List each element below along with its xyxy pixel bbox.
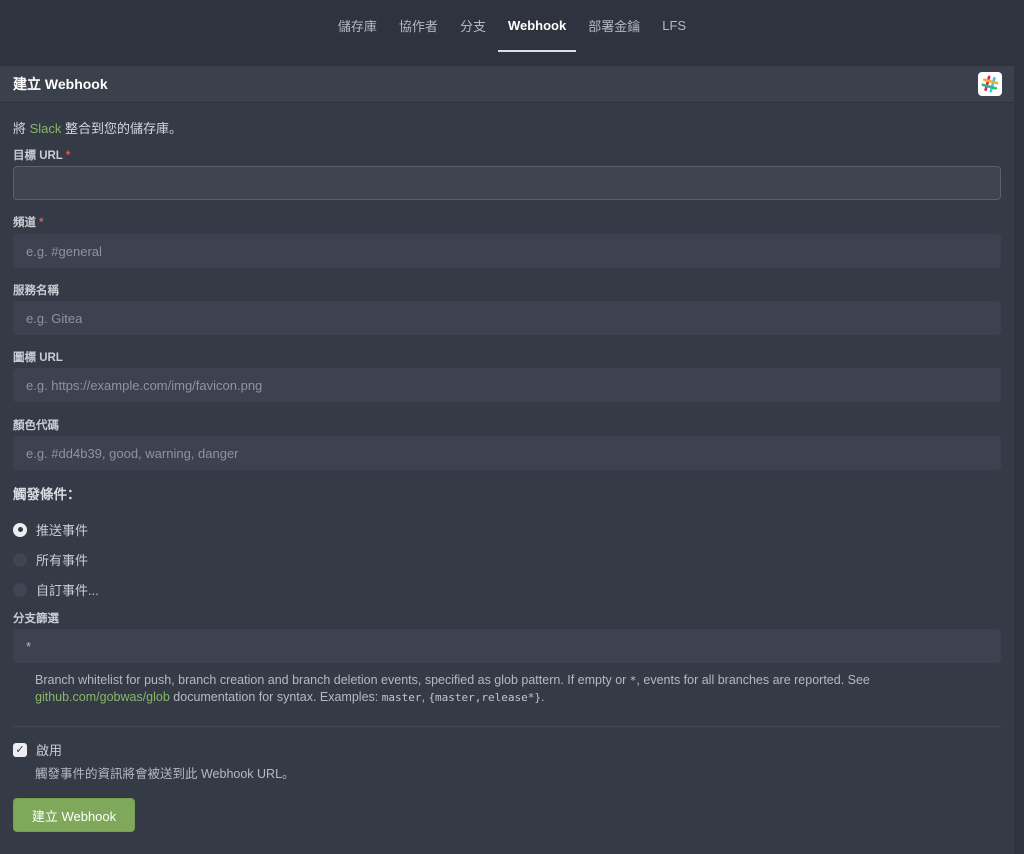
- required-mark: *: [39, 217, 44, 229]
- slack-link[interactable]: Slack: [30, 121, 62, 136]
- help-example: {master,release*}: [428, 691, 542, 704]
- radio-custom-events[interactable]: 自訂事件...: [13, 580, 99, 599]
- help-text: documentation for syntax. Examples:: [169, 690, 382, 704]
- active-help: 觸發事件的資訊將會被送到此 Webhook URL。: [35, 767, 295, 781]
- service-name-label: 服務名稱: [13, 285, 59, 297]
- color-label: 顏色代碼: [13, 420, 59, 432]
- page-title: 建立 Webhook: [13, 76, 108, 92]
- radio-all-events[interactable]: 所有事件: [13, 550, 88, 569]
- icon-url-input[interactable]: e.g. https://example.com/img/favicon.png: [13, 368, 1001, 402]
- required-mark: *: [65, 150, 71, 162]
- help-text: Branch whitelist for push, branch creati…: [35, 673, 630, 687]
- help-text: .: [541, 690, 545, 704]
- active-checkbox[interactable]: ✓: [13, 742, 27, 757]
- create-webhook-button[interactable]: 建立 Webhook: [13, 798, 135, 832]
- glob-docs-link[interactable]: github.com/gobwas/glob: [35, 690, 170, 704]
- divider: [13, 726, 1001, 727]
- target-url-label-text: 目標 URL: [13, 150, 63, 162]
- tab-deploy-keys[interactable]: 部署金鑰: [578, 0, 650, 52]
- intro-prefix: 將: [13, 121, 30, 136]
- branch-filter-label: 分支篩選: [13, 613, 59, 625]
- branch-filter-help: Branch whitelist for push, branch creati…: [35, 672, 935, 706]
- radio-label: 推送事件: [36, 523, 89, 538]
- channel-label: 頻道 *: [13, 214, 43, 230]
- channel-label-text: 頻道: [13, 217, 36, 229]
- radio-push-events[interactable]: 推送事件: [13, 520, 88, 539]
- tab-webhook[interactable]: Webhook: [497, 0, 577, 52]
- tab-collaborators[interactable]: 協作者: [389, 0, 448, 52]
- radio-button[interactable]: [13, 582, 27, 597]
- radio-label: 自訂事件...: [36, 583, 99, 598]
- help-example: master: [381, 691, 422, 704]
- channel-input[interactable]: e.g. #general: [13, 234, 1001, 268]
- card-header: 建立 Webhook: [0, 66, 1014, 103]
- active-label: 啟用: [36, 743, 63, 758]
- webhook-form-card: 建立 Webhook 將 Slack 整合到您的儲存庫。 目標 URL * 頻道 *…: [0, 66, 1014, 854]
- tab-lfs[interactable]: LFS: [652, 0, 696, 52]
- trigger-title: 觸發條件：: [13, 487, 81, 502]
- slack-icon: [978, 72, 1002, 96]
- settings-tabs: 儲存庫 協作者 分支 Webhook 部署金鑰 LFS: [0, 0, 1024, 52]
- tab-branches[interactable]: 分支: [450, 0, 496, 52]
- service-name-input[interactable]: e.g. Gitea: [13, 301, 1001, 335]
- target-url-input[interactable]: [13, 166, 1001, 200]
- target-url-label: 目標 URL *: [13, 147, 70, 163]
- icon-url-label: 圖標 URL: [13, 352, 63, 364]
- branch-filter-input[interactable]: *: [13, 629, 1001, 663]
- active-checkbox-row[interactable]: ✓ 啟用: [13, 740, 62, 759]
- radio-button[interactable]: [13, 522, 27, 537]
- radio-button[interactable]: [13, 552, 27, 567]
- radio-label: 所有事件: [36, 553, 89, 568]
- help-text: , events for all branches are reported. …: [636, 673, 870, 687]
- intro-text: 將 Slack 整合到您的儲存庫。: [13, 118, 182, 137]
- intro-suffix: 整合到您的儲存庫。: [61, 121, 183, 136]
- color-input[interactable]: e.g. #dd4b39, good, warning, danger: [13, 436, 1001, 470]
- tab-repository[interactable]: 儲存庫: [328, 0, 387, 52]
